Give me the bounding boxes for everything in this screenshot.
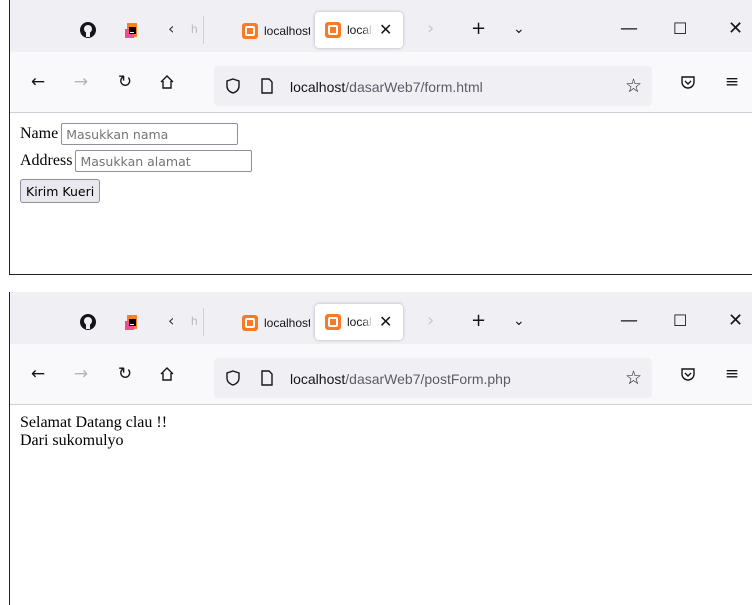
home-icon[interactable] [156, 71, 178, 93]
forward-arrow-icon[interactable]: → [70, 363, 92, 385]
tab-label: localhost [347, 315, 373, 329]
name-row: Name [20, 123, 239, 145]
name-label: Name [20, 125, 59, 142]
list-all-tabs-chevron-icon[interactable]: ⌄ [513, 19, 525, 39]
page-icon[interactable] [258, 77, 276, 95]
address-input[interactable] [75, 150, 253, 172]
jetbrains-icon[interactable] [122, 20, 142, 40]
browser-window-form: ‹ h localhost localhost ✕ › + ⌄ — ☐ ✕ ← … [9, 0, 752, 275]
url-host: localhost [290, 79, 346, 95]
url-host: localhost [290, 371, 346, 387]
jetbrains-icon[interactable] [122, 312, 142, 332]
name-input[interactable] [61, 123, 239, 145]
browser-window-result: ‹ h localhost localhost ✕ › + ⌄ — ☐ ✕ ← … [9, 292, 752, 605]
back-arrow-icon[interactable]: ← [27, 363, 49, 385]
tab-label: localhost [264, 24, 310, 38]
address-label: Address [20, 152, 73, 169]
url-bar[interactable]: localhost/dasarWeb7/postForm.php ☆ [214, 358, 652, 398]
url-path: /dasarWeb7/postForm.php [345, 371, 511, 387]
tab-overflow-hint: h [191, 314, 198, 328]
tab-scroll-left-icon[interactable]: ‹ [168, 311, 174, 331]
xampp-favicon-icon [242, 315, 258, 331]
xampp-favicon-icon [242, 23, 258, 39]
pocket-icon[interactable] [677, 363, 699, 385]
close-window-icon[interactable]: ✕ [728, 19, 743, 39]
maximize-icon[interactable]: ☐ [673, 19, 687, 39]
xampp-favicon-icon [325, 314, 341, 330]
star-icon[interactable]: ☆ [625, 368, 642, 388]
tab-scroll-right-icon[interactable]: › [427, 19, 434, 39]
submit-button[interactable]: Kirim Kueri [20, 179, 101, 203]
greeting-text: Selamat Datang clau !! [20, 414, 168, 431]
home-icon[interactable] [156, 363, 178, 385]
tab-separator [203, 16, 204, 44]
tab-scroll-right-icon[interactable]: › [427, 311, 434, 331]
star-icon[interactable]: ☆ [625, 76, 642, 96]
navigation-toolbar: ← → ↻ localhost/dasarWeb7/postForm.php ☆… [10, 344, 752, 405]
url-text[interactable]: localhost/dasarWeb7/form.html [290, 78, 483, 96]
url-path: /dasarWeb7/form.html [345, 79, 483, 95]
new-tab-plus-icon[interactable]: + [471, 311, 486, 331]
close-tab-icon[interactable]: ✕ [379, 314, 392, 330]
tab-label: localhost [264, 316, 310, 330]
address-row: Address [20, 150, 253, 172]
page-icon[interactable] [258, 369, 276, 387]
tab-separator [203, 308, 204, 336]
reload-icon[interactable]: ↻ [114, 71, 136, 93]
url-bar[interactable]: localhost/dasarWeb7/form.html ☆ [214, 66, 652, 106]
reload-icon[interactable]: ↻ [114, 363, 136, 385]
back-arrow-icon[interactable]: ← [27, 71, 49, 93]
origin-text: Dari sukomulyo [20, 432, 124, 449]
tab-localhost-active[interactable]: localhost ✕ [315, 304, 403, 340]
github-icon[interactable] [78, 312, 98, 332]
xampp-favicon-icon [325, 22, 341, 38]
close-tab-icon[interactable]: ✕ [379, 22, 392, 38]
maximize-icon[interactable]: ☐ [673, 311, 687, 331]
tab-label: localhost [347, 23, 373, 37]
github-icon[interactable] [78, 20, 98, 40]
close-window-icon[interactable]: ✕ [728, 311, 743, 331]
shield-icon[interactable] [224, 369, 242, 387]
minimize-icon[interactable]: — [620, 19, 638, 39]
tab-bar: ‹ h localhost localhost ✕ › + ⌄ — ☐ ✕ [10, 292, 752, 344]
shield-icon[interactable] [224, 77, 242, 95]
tab-localhost-1[interactable]: localhost [232, 308, 314, 338]
list-all-tabs-chevron-icon[interactable]: ⌄ [513, 311, 525, 331]
tab-bar: ‹ h localhost localhost ✕ › + ⌄ — ☐ ✕ [10, 0, 752, 52]
pocket-icon[interactable] [677, 71, 699, 93]
tab-localhost-1[interactable]: localhost [232, 16, 314, 46]
minimize-icon[interactable]: — [620, 311, 638, 331]
menu-icon[interactable]: ≡ [721, 363, 743, 385]
tab-overflow-hint: h [191, 22, 198, 36]
new-tab-plus-icon[interactable]: + [471, 19, 486, 39]
menu-icon[interactable]: ≡ [721, 71, 743, 93]
navigation-toolbar: ← → ↻ localhost/dasarWeb7/form.html ☆ ≡ [10, 52, 752, 113]
forward-arrow-icon[interactable]: → [70, 71, 92, 93]
tab-scroll-left-icon[interactable]: ‹ [168, 19, 174, 39]
url-text[interactable]: localhost/dasarWeb7/postForm.php [290, 370, 511, 388]
tab-localhost-active[interactable]: localhost ✕ [315, 12, 403, 48]
